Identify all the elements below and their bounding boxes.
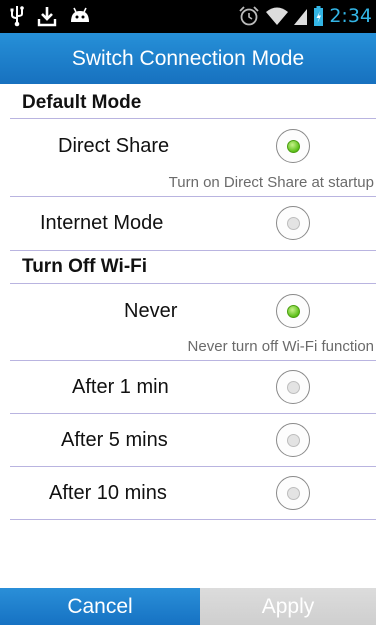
option-label: After 5 mins: [61, 429, 168, 451]
radio-button-after-10-mins[interactable]: [276, 476, 310, 510]
option-label: After 1 min: [72, 376, 169, 398]
option-label: Direct Share: [58, 135, 170, 157]
radio-button-after-5-mins[interactable]: [276, 423, 310, 457]
option-after-1-min[interactable]: After 1 min: [0, 362, 376, 412]
radio-button-internet-mode[interactable]: [276, 206, 310, 240]
radio-button-after-1-min[interactable]: [276, 370, 310, 404]
section-title-turn-off-wifi: Turn Off Wi-Fi: [22, 256, 148, 277]
option-label: Never: [124, 300, 178, 322]
divider: [10, 466, 376, 467]
cancel-button[interactable]: Cancel: [0, 588, 200, 625]
option-after-5-mins[interactable]: After 5 mins: [0, 415, 376, 465]
divider: [10, 196, 376, 197]
alarm-icon: [238, 5, 260, 27]
download-icon: [36, 5, 58, 27]
option-direct-share[interactable]: Direct Share: [0, 121, 376, 171]
status-bar-right: 2:34: [238, 5, 372, 27]
wifi-icon: [265, 5, 289, 27]
radio-button-never[interactable]: [276, 294, 310, 328]
signal-icon: [294, 5, 308, 27]
option-label: Internet Mode: [40, 212, 164, 234]
apply-button[interactable]: Apply: [200, 588, 376, 625]
option-never[interactable]: Never: [0, 286, 376, 336]
status-time: 2:34: [329, 5, 372, 27]
hint-direct-share: Turn on Direct Share at startup: [168, 174, 374, 191]
radio-button-direct-share[interactable]: [276, 129, 310, 163]
hint-never: Never turn off Wi-Fi function: [187, 338, 374, 355]
section-title-default-mode: Default Mode: [22, 92, 142, 113]
status-bar: 2:34: [0, 0, 376, 33]
option-internet-mode[interactable]: Internet Mode: [0, 198, 376, 248]
divider: [10, 360, 376, 361]
divider: [10, 250, 376, 251]
android-icon: [68, 5, 92, 27]
divider: [10, 118, 376, 119]
usb-icon: [8, 5, 26, 27]
battery-icon: [313, 5, 324, 27]
option-label: After 10 mins: [49, 482, 167, 504]
divider: [10, 413, 376, 414]
divider: [10, 519, 376, 520]
dialog-footer: Cancel Apply: [0, 588, 376, 625]
divider: [10, 283, 376, 284]
option-after-10-mins[interactable]: After 10 mins: [0, 468, 376, 518]
status-bar-left: [8, 5, 92, 27]
dialog-title: Switch Connection Mode: [0, 33, 376, 84]
